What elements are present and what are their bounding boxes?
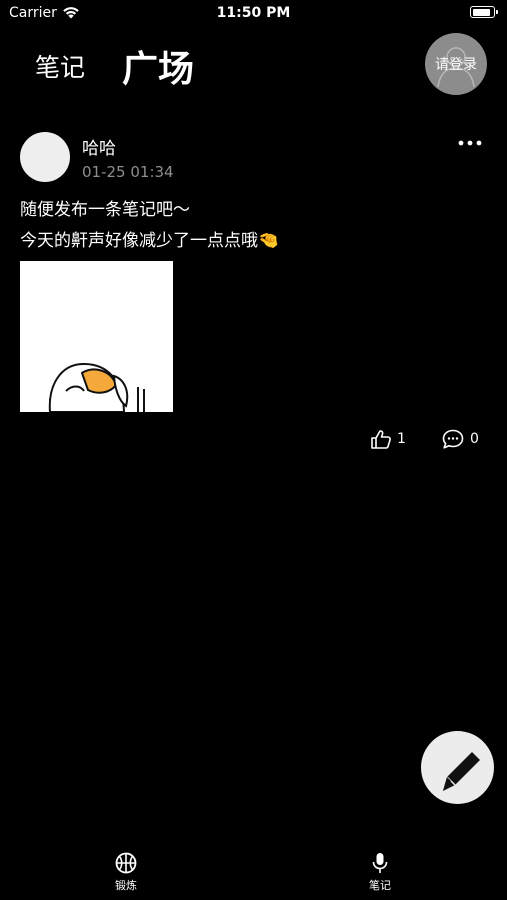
microphone-icon <box>372 853 388 873</box>
avatar[interactable] <box>20 132 70 182</box>
compose-button[interactable] <box>421 731 494 804</box>
tab-notes-bottom[interactable]: 笔记 <box>345 852 415 893</box>
login-button[interactable]: 请登录 <box>425 33 487 95</box>
like-count: 1 <box>397 431 406 447</box>
post-image[interactable] <box>20 261 173 412</box>
status-time: 11:50 PM <box>216 5 291 21</box>
tab-exercise[interactable]: 锻炼 <box>91 852 161 893</box>
login-label: 请登录 <box>435 57 477 73</box>
post-text-line: 随便发布一条笔记吧～ <box>20 200 190 220</box>
pen-icon <box>443 752 480 791</box>
more-icon[interactable] <box>458 140 482 146</box>
post-text-line: 今天的鼾声好像减少了一点点哦🤏 <box>20 231 280 251</box>
basketball-icon <box>115 852 137 874</box>
like-button[interactable]: 1 <box>370 429 406 449</box>
duck-illustration <box>20 261 173 412</box>
comment-button[interactable]: 0 <box>442 429 479 449</box>
tab-bar: 锻炼 笔记 <box>0 840 507 900</box>
post-author[interactable]: 哈哈 <box>82 134 116 159</box>
tab-label: 锻炼 <box>115 879 137 892</box>
thumbs-up-icon <box>371 430 391 449</box>
battery-level <box>472 8 491 16</box>
post-time: 01-25 01:34 <box>82 163 174 181</box>
status-bar: Carrier 11:50 PM <box>0 0 507 28</box>
tab-label: 笔记 <box>369 879 391 892</box>
comment-icon <box>442 429 464 449</box>
tab-square[interactable]: 广场 <box>122 40 194 92</box>
comment-count: 0 <box>470 431 479 447</box>
battery-icon <box>470 6 498 18</box>
screen: Carrier 11:50 PM 笔记 广场 请登录 哈哈 01-25 01:3… <box>0 0 507 900</box>
tab-notes[interactable]: 笔记 <box>35 48 85 84</box>
